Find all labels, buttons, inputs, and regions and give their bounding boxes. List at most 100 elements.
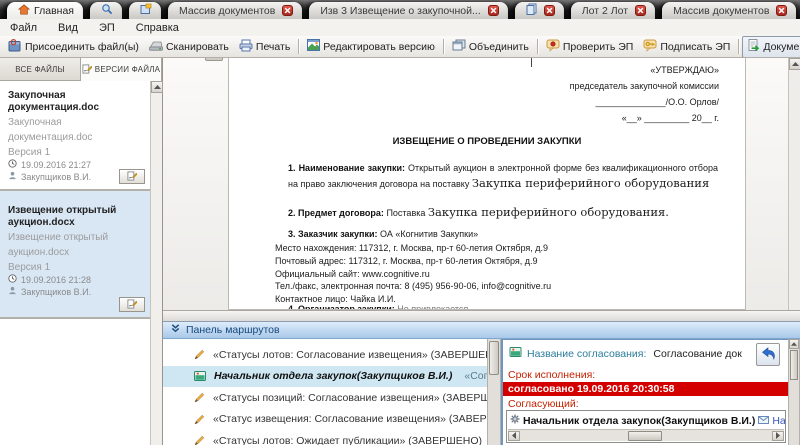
file-author-row: Закупщиков В.И. <box>8 286 145 297</box>
scroll-right-icon[interactable] <box>772 430 784 441</box>
scrollbar-thumb[interactable] <box>489 341 499 375</box>
file-title: Закупочная документация.doc <box>8 90 100 113</box>
scroll-up-icon[interactable] <box>789 58 800 70</box>
signature-pen-icon <box>127 168 138 186</box>
scan-button[interactable]: Сканировать <box>144 37 234 57</box>
viewer-scrollbar[interactable] <box>788 58 800 310</box>
write-message-link[interactable]: Написать <box>772 415 785 427</box>
scroll-up-icon[interactable] <box>789 339 799 349</box>
menu-file[interactable]: Файл <box>10 22 37 34</box>
sign-button[interactable]: Подписать ЭП <box>638 36 735 57</box>
approver-name: Начальник отдела закупок(Закупщиков В.И.… <box>523 414 756 427</box>
close-icon[interactable] <box>487 5 499 16</box>
merge-button[interactable]: Объединить <box>447 36 534 57</box>
approval-panel-scrollbar[interactable] <box>788 339 800 445</box>
splitter-grip[interactable] <box>205 58 223 61</box>
route-item[interactable]: «Статусы лотов: Согласование извещения» … <box>163 344 487 366</box>
file-sign-button[interactable] <box>119 297 145 312</box>
toolbar-separator <box>536 39 538 54</box>
tab-lot[interactable]: Лот 2 Лот <box>570 2 656 19</box>
approver-box: Начальник отдела закупок(Закупщиков В.И.… <box>506 410 786 443</box>
approval-panel: Название согласования: Согласование док … <box>501 339 788 445</box>
window-tab-bar: Главная Массив документов Изв 3 Извещени… <box>0 0 800 19</box>
document-icon <box>526 3 537 18</box>
signature-pen-icon <box>82 63 92 76</box>
route-item[interactable]: «Статусы позиций: Согласование извещения… <box>163 387 487 409</box>
close-icon[interactable] <box>282 5 294 16</box>
file-title: Извещение открытый аукцион.docx <box>8 205 117 228</box>
tab-label: Изв 3 Извещение о закупочной... <box>320 4 481 17</box>
document-action-icon <box>747 38 760 55</box>
doc-item-4: 4. Организатор закупки: Не привлекается <box>288 304 469 310</box>
toolbar-separator <box>738 39 740 54</box>
document-button[interactable]: Документ <box>742 36 800 57</box>
new-window-icon <box>140 3 152 18</box>
routes-scrollbar[interactable] <box>487 339 501 445</box>
menu-signature[interactable]: ЭП <box>99 22 115 34</box>
tab-notice[interactable]: Изв 3 Извещение о закупочной... <box>309 2 508 19</box>
tab-document-array-1[interactable]: Массив документов <box>167 2 303 19</box>
file-version: Версия 1 <box>8 262 51 273</box>
tab-label: Лот 2 Лот <box>581 4 629 17</box>
tab-document[interactable] <box>514 2 564 19</box>
scroll-up-icon[interactable] <box>151 81 163 93</box>
print-button[interactable]: Печать <box>234 36 295 57</box>
attach-files-button[interactable]: Присоединить файл(ы) <box>3 36 144 57</box>
routes-panel-header[interactable]: Панель маршрутов <box>163 322 800 339</box>
file-date-row: 19.09.2016 21:28 <box>8 274 145 285</box>
menu-view[interactable]: Вид <box>58 22 78 34</box>
toolbar-separator <box>442 39 444 54</box>
route-item[interactable]: «Статус извещения: Согласование извещени… <box>163 409 487 431</box>
search-icon <box>101 3 113 18</box>
attach-icon <box>8 38 22 55</box>
sidebar-scrollbar[interactable] <box>150 81 163 445</box>
tab-file-versions[interactable]: ВЕРСИИ ФАЙЛА <box>81 58 162 81</box>
scroll-left-icon[interactable] <box>508 430 520 441</box>
home-icon <box>17 3 31 18</box>
tab-document-array-2[interactable]: Массив документов <box>662 2 797 19</box>
route-item[interactable]: «Статусы лотов: Ожидает публикации» (ЗАВ… <box>163 430 487 445</box>
approver-box-hscrollbar[interactable] <box>508 429 784 441</box>
cursor-tick <box>531 58 532 67</box>
file-sign-button[interactable] <box>119 169 145 184</box>
horizontal-splitter[interactable] <box>163 310 800 322</box>
file-subtitle: Извещение открытый аукцион.docx <box>8 232 109 258</box>
route-item-selected[interactable]: Начальник отдела закупок(Закупщиков В.И.… <box>163 365 487 387</box>
scrollbar-thumb[interactable] <box>790 350 798 380</box>
file-card[interactable]: Закупочная документация.doc Закупочная д… <box>0 81 151 191</box>
edit-version-button[interactable]: Редактировать версию <box>302 36 440 57</box>
tab-search[interactable] <box>89 2 122 19</box>
doc-item-3: 3. Заказчик закупки: ОА «Когнитив Закупк… <box>288 229 479 239</box>
stage-icon <box>509 346 522 361</box>
verify-signature-button[interactable]: Проверить ЭП <box>541 36 639 57</box>
scrollbar-thumb[interactable] <box>628 430 662 441</box>
doc-item-1: 1. Наименование закупки: Открытый аукцио… <box>288 163 718 190</box>
customer-details: Место нахождения: 117312, г. Москва, пр-… <box>275 243 552 305</box>
edit-version-icon <box>307 39 321 54</box>
tab-new-window[interactable] <box>128 2 161 19</box>
close-icon[interactable] <box>635 5 647 16</box>
envelope-icon <box>758 415 770 427</box>
return-route-button[interactable] <box>756 343 780 366</box>
close-icon[interactable] <box>776 5 788 16</box>
approval-name-row: Название согласования: Согласование док <box>509 346 742 361</box>
printer-icon <box>239 39 253 55</box>
approval-name-value: Согласование док <box>653 347 742 360</box>
toolbar: Присоединить файл(ы) Сканировать Печать … <box>0 36 800 58</box>
gear-icon <box>510 414 520 427</box>
double-chevron-down-icon[interactable] <box>171 324 180 336</box>
routes-panel-title: Панель маршрутов <box>186 324 280 336</box>
approval-status-bar: согласовано 19.09.2016 20:30:58 <box>503 382 788 396</box>
file-card-selected[interactable]: Извещение открытый аукцион.docx Извещени… <box>0 191 151 319</box>
app-window: Главная Массив документов Изв 3 Извещени… <box>0 0 800 445</box>
tab-home[interactable]: Главная <box>7 2 83 19</box>
clock-icon <box>8 159 17 170</box>
menu-help[interactable]: Справка <box>136 22 179 34</box>
close-icon[interactable] <box>543 5 555 16</box>
tab-all-files[interactable]: ВСЕ ФАЙЛЫ <box>0 58 81 81</box>
file-version-list: Закупочная документация.doc Закупочная д… <box>0 81 151 445</box>
approval-block: «УТВЕРЖДАЮ» председатель закупочной коми… <box>569 65 719 123</box>
doc-item-2: 2. Предмет договора: Поставка Закупка пе… <box>288 205 669 219</box>
clock-icon <box>8 274 17 285</box>
deadline-label: Срок исполнения: <box>508 369 596 381</box>
